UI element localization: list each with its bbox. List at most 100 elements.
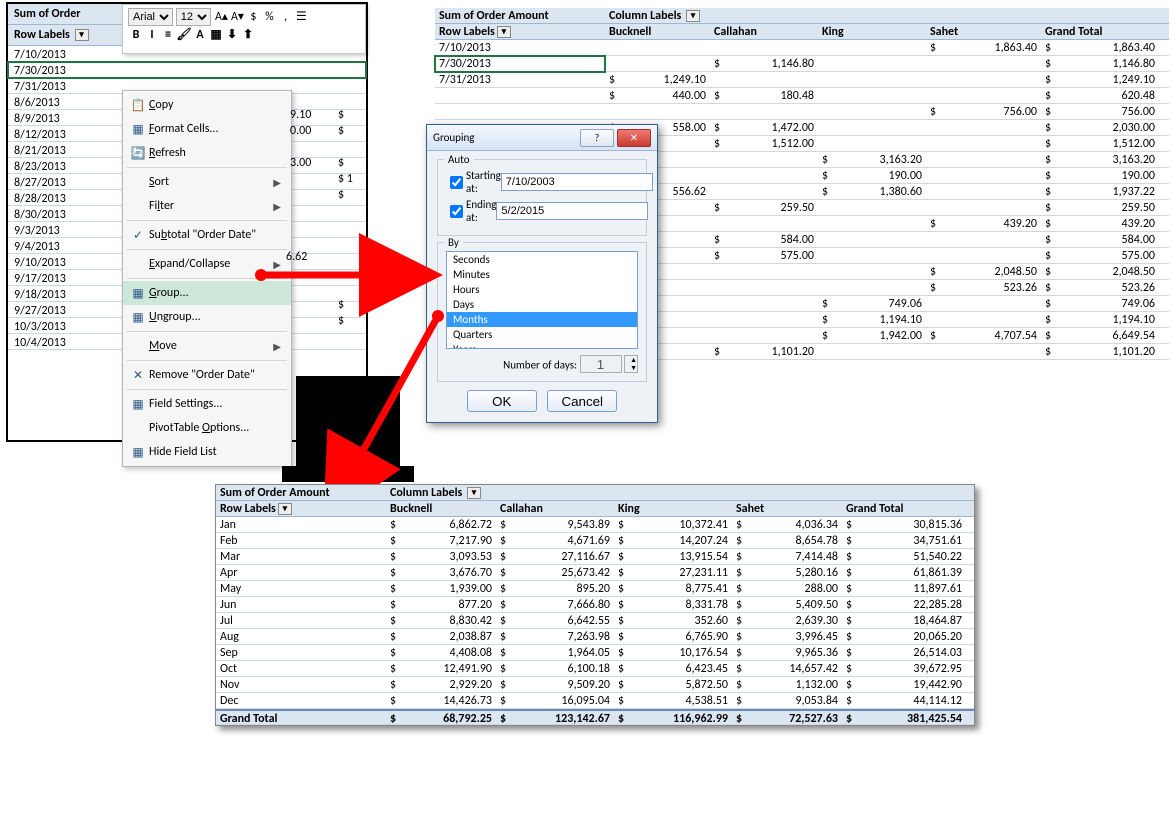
column-header[interactable]: Callahan	[496, 501, 614, 517]
by-option[interactable]: Quarters	[447, 327, 637, 342]
table-row[interactable]: Apr3,676.7025,673.4227,231.115,280.1661,…	[216, 565, 974, 581]
result-pivot-panel: Sum of Order Amount Column Labels ▾ Row …	[215, 484, 975, 726]
font-name-select[interactable]: Arial	[128, 8, 173, 26]
toolbar-icon[interactable]: A▾	[229, 8, 245, 26]
context-menu[interactable]: 📋Copy▦Format Cells...🔄Refresh Sort▶Filter…	[122, 90, 292, 467]
by-option[interactable]: Seconds	[447, 252, 637, 267]
filter-dropdown-icon[interactable]: ▾	[497, 26, 511, 38]
table-row[interactable]: Aug2,038.877,263.986,765.903,996.4520,06…	[216, 629, 974, 645]
cell: 11,897.61	[842, 581, 966, 597]
pivot-row[interactable]: 7/30/2013	[8, 62, 366, 78]
menu-item[interactable]: Sort▶	[123, 170, 291, 194]
row-label: Dec	[216, 693, 386, 709]
menu-item[interactable]: Expand/Collapse▶	[123, 252, 291, 276]
row-labels-header[interactable]: Row Labels▾	[435, 24, 605, 40]
by-option[interactable]: Hours	[447, 282, 637, 297]
toolbar-icon[interactable]: B	[128, 26, 144, 44]
menu-label: Move	[149, 339, 273, 353]
table-row[interactable]: Mar3,093.5327,116.6713,915.547,414.4851,…	[216, 549, 974, 565]
menu-item[interactable]: ▦Field Settings...	[123, 392, 291, 416]
column-labels-header[interactable]: Column Labels ▾	[386, 485, 496, 501]
menu-item[interactable]: Filter▶	[123, 194, 291, 218]
menu-icon: 🔄	[127, 146, 149, 161]
column-header[interactable]: King	[614, 501, 732, 517]
by-option[interactable]: Minutes	[447, 267, 637, 282]
filter-dropdown-icon[interactable]: ▾	[686, 10, 700, 22]
menu-item[interactable]: ✓Subtotal "Order Date"	[123, 223, 291, 247]
table-row[interactable]: Dec14,426.7316,095.044,538.519,053.8444,…	[216, 693, 974, 709]
toolbar-icon[interactable]: A	[192, 26, 208, 44]
cancel-button[interactable]: Cancel	[547, 390, 617, 412]
menu-item[interactable]: ▦Hide Field List	[123, 440, 291, 464]
by-option[interactable]: Years	[447, 342, 637, 349]
mini-toolbar[interactable]: Arial 12 A▴A▾$%,☰ BI≡🖌A▦⬇⬆	[122, 4, 366, 54]
table-row[interactable]: Jun877.207,666.808,331.785,409.5022,285.…	[216, 597, 974, 613]
table-row[interactable]: 7/31/20131,249.101,249.10	[435, 72, 1169, 88]
ok-button[interactable]: OK	[467, 390, 537, 412]
toolbar-icon[interactable]: ⬇	[224, 26, 240, 44]
table-row[interactable]: 756.00756.00	[435, 104, 1169, 120]
table-row[interactable]: 7/30/20131,146.801,146.80	[435, 56, 1169, 72]
column-header[interactable]: Bucknell	[605, 24, 710, 40]
help-button[interactable]: ?	[580, 129, 614, 147]
menu-item[interactable]: 🔄Refresh	[123, 141, 291, 165]
cell: 2,048.50	[1041, 264, 1159, 280]
row-label: Sep	[216, 645, 386, 661]
cell	[818, 120, 926, 136]
table-row[interactable]: Jul8,830.426,642.55352.602,639.3018,464.…	[216, 613, 974, 629]
by-option[interactable]: Days	[447, 297, 637, 312]
menu-item[interactable]: ▦Group...	[123, 281, 291, 305]
column-header[interactable]: Sahet	[732, 501, 842, 517]
cell: 1,472.00	[710, 120, 818, 136]
starting-checkbox[interactable]	[450, 176, 463, 189]
column-header[interactable]: Grand Total	[1041, 24, 1159, 40]
column-header[interactable]: Bucknell	[386, 501, 496, 517]
menu-item[interactable]: ▦Ungroup...	[123, 305, 291, 329]
cell: 25,673.42	[496, 565, 614, 581]
column-header[interactable]: King	[818, 24, 926, 40]
by-listbox[interactable]: SecondsMinutesHoursDaysMonthsQuartersYea…	[446, 251, 638, 349]
toolbar-icon[interactable]: ⬆	[240, 26, 256, 44]
filter-dropdown-icon[interactable]: ▾	[278, 503, 292, 515]
table-row[interactable]: Nov2,929.209,509.205,872.501,132.0019,44…	[216, 677, 974, 693]
grouping-dialog[interactable]: Grouping ? ✕ Auto Starting at: Ending at…	[426, 124, 658, 423]
ending-checkbox[interactable]	[450, 205, 463, 218]
filter-dropdown-icon[interactable]: ▾	[75, 29, 89, 41]
menu-item[interactable]: 📋Copy	[123, 93, 291, 117]
starting-input[interactable]	[501, 173, 653, 191]
table-row[interactable]: 440.00180.48620.48	[435, 88, 1169, 104]
table-row[interactable]: Feb7,217.904,671.6914,207.248,654.7834,7…	[216, 533, 974, 549]
toolbar-icon[interactable]: ☰	[293, 8, 309, 26]
column-header[interactable]: Grand Total	[842, 501, 966, 517]
toolbar-icon[interactable]: $	[245, 8, 261, 26]
toolbar-icon[interactable]: 🖌	[176, 26, 192, 44]
filter-dropdown-icon[interactable]: ▾	[467, 487, 481, 499]
menu-item[interactable]: ✕Remove "Order Date"	[123, 363, 291, 387]
table-row[interactable]: 7/10/20131,863.401,863.40	[435, 40, 1169, 56]
table-row[interactable]: Sep4,408.081,964.0510,176.549,965.3626,5…	[216, 645, 974, 661]
font-size-select[interactable]: 12	[176, 8, 211, 26]
table-row[interactable]: Oct12,491.906,100.186,423.4514,657.4239,…	[216, 661, 974, 677]
toolbar-icon[interactable]: ≡	[160, 26, 176, 44]
row-labels-header[interactable]: Row Labels▾	[216, 501, 386, 517]
ndays-input[interactable]	[580, 355, 622, 373]
table-row[interactable]: Jan6,862.729,543.8910,372.414,036.3430,8…	[216, 517, 974, 533]
dialog-titlebar[interactable]: Grouping ? ✕	[427, 125, 657, 151]
by-option[interactable]: Months	[447, 312, 637, 327]
row-label	[435, 104, 605, 120]
toolbar-icon[interactable]: ,	[277, 8, 293, 26]
ending-input[interactable]	[496, 202, 648, 220]
menu-item[interactable]: Move▶	[123, 334, 291, 358]
spinner-icon[interactable]: ▲▼	[624, 355, 638, 373]
column-labels-header[interactable]: Column Labels ▾	[605, 8, 710, 24]
toolbar-icon[interactable]: ▦	[208, 26, 224, 44]
column-header[interactable]: Callahan	[710, 24, 818, 40]
close-button[interactable]: ✕	[617, 129, 651, 147]
menu-item[interactable]: PivotTable Options...	[123, 416, 291, 440]
table-row[interactable]: May1,939.00895.208,775.41288.0011,897.61	[216, 581, 974, 597]
toolbar-icon[interactable]: %	[261, 8, 277, 26]
menu-item[interactable]: ▦Format Cells...	[123, 117, 291, 141]
toolbar-icon[interactable]: A▴	[213, 8, 229, 26]
toolbar-icon[interactable]: I	[144, 26, 160, 44]
column-header[interactable]: Sahet	[926, 24, 1041, 40]
